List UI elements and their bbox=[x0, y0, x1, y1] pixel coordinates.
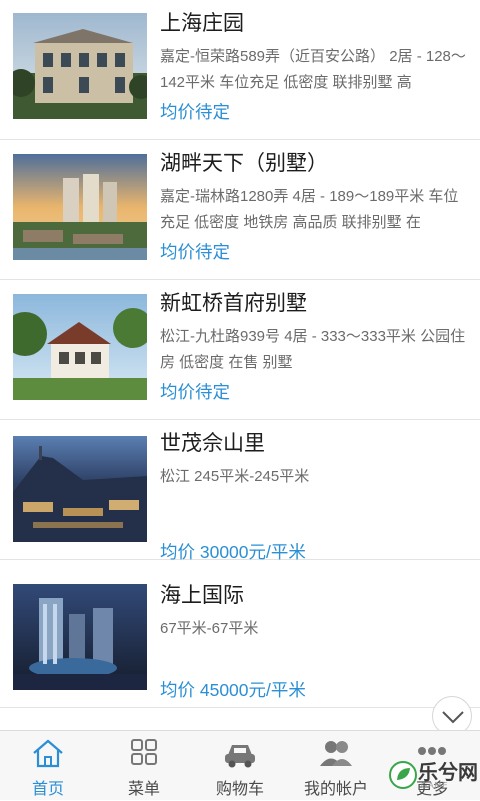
listing-info: 上海庄园 嘉定-恒荣路589弄（近百安公路） 2居 - 128～142平米 车位… bbox=[160, 10, 468, 122]
listing-title: 湖畔天下（别墅） bbox=[160, 152, 328, 175]
grid-icon bbox=[131, 739, 157, 765]
villa-estate-photo[interactable] bbox=[13, 13, 147, 119]
listing-info: 世茂佘山里 松江 245平米-245平米 均价 30000元/平米 bbox=[160, 430, 468, 562]
listing-desc: 松江-九杜路939号 4居 - 333～333平米 公园住房 低密度 在售 别墅 bbox=[160, 328, 466, 371]
listing-price: 均价待定 bbox=[160, 382, 230, 402]
list-item[interactable]: 上海庄园 嘉定-恒荣路589弄（近百安公路） 2居 - 128～142平米 车位… bbox=[0, 0, 480, 140]
listing-desc: 67平米-67平米 bbox=[160, 620, 259, 637]
listing-list: 上海庄园 嘉定-恒荣路589弄（近百安公路） 2居 - 128～142平米 车位… bbox=[0, 0, 480, 730]
leaf-logo-icon bbox=[389, 761, 417, 789]
listing-desc: 嘉定-瑞林路1280弄 4居 - 189～189平米 车位充足 低密度 地铁房 … bbox=[160, 188, 459, 231]
home-icon bbox=[33, 739, 63, 768]
listing-price: 均价待定 bbox=[160, 102, 230, 122]
listing-price: 均价 30000元/平米 bbox=[160, 542, 306, 562]
listing-title: 世茂佘山里 bbox=[160, 432, 265, 455]
tab-account[interactable]: 我的帐户 bbox=[288, 731, 384, 801]
tab-label: 首页 bbox=[31, 781, 64, 798]
tab-home[interactable]: 首页 bbox=[0, 731, 96, 801]
tab-menu[interactable]: 菜单 bbox=[96, 731, 192, 801]
car-icon bbox=[225, 745, 255, 768]
tab-label: 我的帐户 bbox=[303, 781, 368, 798]
watermark-subtext: GAME bbox=[421, 781, 449, 790]
listing-title: 新虹桥首府别墅 bbox=[160, 292, 307, 315]
list-item[interactable]: 世茂佘山里 松江 245平米-245平米 均价 30000元/平米 bbox=[0, 420, 480, 562]
villa-garden-photo[interactable] bbox=[13, 294, 147, 400]
listing-title: 上海庄园 bbox=[160, 12, 244, 35]
listing-info: 海上国际 67平米-67平米 均价 45000元/平米 bbox=[160, 582, 468, 700]
listing-info: 新虹桥首府别墅 松江-九杜路939号 4居 - 333～333平米 公园住房 低… bbox=[160, 290, 468, 402]
list-item[interactable]: 海上国际 67平米-67平米 均价 45000元/平米 bbox=[0, 568, 480, 708]
tab-cart[interactable]: 购物车 bbox=[192, 731, 288, 801]
user-group-icon bbox=[320, 741, 352, 766]
list-item[interactable]: 新虹桥首府别墅 松江-九杜路939号 4居 - 333～333平米 公园住房 低… bbox=[0, 280, 480, 420]
city-tower-night-photo[interactable] bbox=[13, 584, 147, 690]
list-item[interactable]: 湖畔天下（别墅） 嘉定-瑞林路1280弄 4居 - 189～189平米 车位充足… bbox=[0, 140, 480, 280]
tab-label: 菜单 bbox=[127, 781, 160, 798]
lakeside-towers-photo[interactable] bbox=[13, 154, 147, 260]
watermark-logo: 乐兮网 GAME bbox=[386, 752, 480, 800]
listing-desc: 松江 245平米-245平米 bbox=[160, 468, 310, 485]
tab-label: 购物车 bbox=[215, 781, 264, 798]
hillside-night-photo[interactable] bbox=[13, 436, 147, 542]
listing-price: 均价待定 bbox=[160, 242, 230, 262]
listing-title: 海上国际 bbox=[160, 584, 244, 607]
listing-info: 湖畔天下（别墅） 嘉定-瑞林路1280弄 4居 - 189～189平米 车位充足… bbox=[160, 150, 468, 262]
listing-price: 均价 45000元/平米 bbox=[160, 680, 306, 700]
listing-desc: 嘉定-恒荣路589弄（近百安公路） 2居 - 128～142平米 车位充足 低密… bbox=[160, 48, 466, 91]
